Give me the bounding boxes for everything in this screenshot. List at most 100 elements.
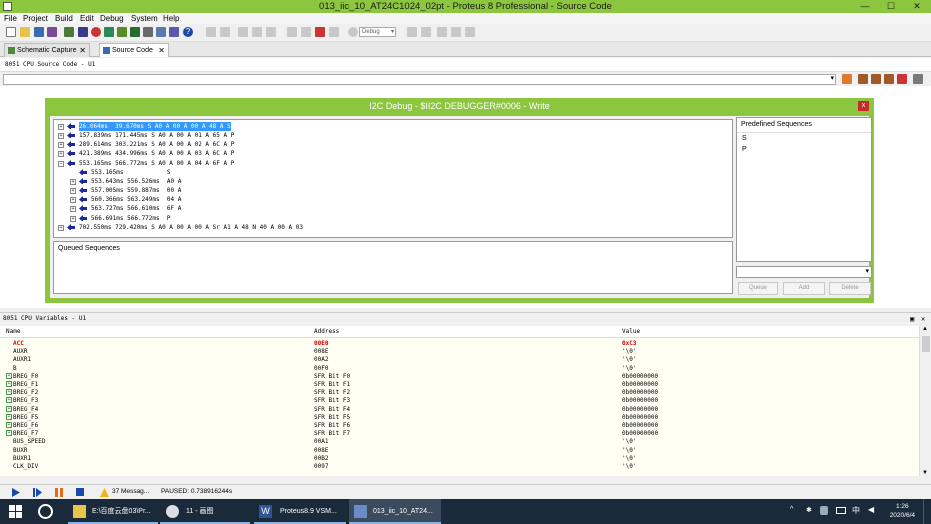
i2c-transaction-row[interactable]: +702.550ms 729.420ms S A0 A 00 A 00 A Sr… bbox=[54, 223, 730, 232]
expand-icon[interactable]: + bbox=[58, 133, 64, 140]
save-icon[interactable] bbox=[34, 27, 44, 37]
paste-icon[interactable] bbox=[252, 27, 262, 37]
close-icon[interactable]: ✕ bbox=[921, 313, 925, 325]
expand-icon[interactable]: + bbox=[70, 197, 76, 204]
menu-debug[interactable]: Debug bbox=[100, 14, 124, 23]
add-button[interactable]: Add bbox=[783, 282, 825, 295]
expand-icon[interactable]: + bbox=[6, 405, 12, 412]
expand-icon[interactable]: + bbox=[70, 206, 76, 213]
expand-icon[interactable]: + bbox=[58, 224, 64, 231]
source-file-select[interactable]: ▾ bbox=[3, 74, 836, 85]
home-icon[interactable] bbox=[64, 27, 74, 37]
expand-icon[interactable]: + bbox=[70, 215, 76, 222]
tab-close-icon[interactable]: ✕ bbox=[79, 44, 86, 57]
paste2-icon[interactable] bbox=[465, 27, 475, 37]
step-into-icon[interactable] bbox=[871, 74, 881, 84]
tab-schematic-capture[interactable]: Schematic Capture ✕ bbox=[4, 43, 90, 57]
predefined-item-p[interactable]: P bbox=[742, 146, 747, 153]
i2c-transaction-row[interactable]: +557.005ms 559.887ms 00 A bbox=[54, 186, 730, 195]
copy-icon[interactable] bbox=[238, 27, 248, 37]
ime-indicator[interactable]: 中 bbox=[852, 505, 860, 516]
replace-icon[interactable] bbox=[301, 27, 311, 37]
expand-icon[interactable]: + bbox=[6, 381, 12, 387]
undo-icon[interactable] bbox=[407, 27, 417, 37]
clear-icon[interactable] bbox=[315, 27, 325, 37]
collapse-icon[interactable]: − bbox=[58, 160, 64, 167]
new-file-icon[interactable] bbox=[6, 27, 16, 37]
gerber-icon[interactable] bbox=[130, 27, 140, 37]
menu-help[interactable]: Help bbox=[163, 14, 179, 23]
i2c-transaction-row[interactable]: +421.389ms 434.996ms S A0 A 00 A 03 A 6C… bbox=[54, 149, 730, 158]
tray-chevron-icon[interactable]: ^ bbox=[790, 506, 793, 513]
variable-row[interactable]: AUXR 008E '\0' bbox=[0, 348, 919, 356]
expand-icon[interactable]: + bbox=[6, 430, 12, 437]
restore-icon[interactable]: ▣ bbox=[910, 313, 914, 325]
find-icon[interactable] bbox=[287, 27, 297, 37]
queued-sequences-panel[interactable]: Queued Sequences bbox=[53, 241, 733, 294]
expand-icon[interactable]: + bbox=[6, 372, 12, 379]
delete-button[interactable]: Delete bbox=[829, 282, 871, 295]
open-folder-icon[interactable] bbox=[20, 27, 30, 37]
show-desktop-button[interactable] bbox=[923, 499, 931, 524]
settings-icon[interactable] bbox=[348, 27, 358, 37]
taskbar-proteus[interactable]: 013_iic_10_AT24... bbox=[349, 499, 441, 524]
step-out-icon[interactable] bbox=[884, 74, 894, 84]
variable-row[interactable]: + BREG_F5 SFR Bit F5 0b00000000 bbox=[0, 413, 919, 422]
expand-icon[interactable]: + bbox=[70, 188, 76, 195]
column-value[interactable]: Value bbox=[622, 328, 640, 335]
variable-row[interactable]: + BREG_F1 SFR Bit F1 0b00000000 bbox=[0, 381, 919, 389]
run-to-icon[interactable] bbox=[842, 74, 852, 84]
expand-icon[interactable]: + bbox=[6, 413, 12, 420]
tab-source-code[interactable]: Source Code ✕ bbox=[99, 43, 169, 57]
variable-row[interactable]: ACC 00E0 0xC3 bbox=[0, 340, 919, 348]
expand-icon[interactable]: + bbox=[58, 151, 64, 158]
redo-icon[interactable] bbox=[421, 27, 431, 37]
step-over-icon[interactable] bbox=[858, 74, 868, 84]
column-name[interactable]: Name bbox=[6, 328, 20, 335]
toggle-breakpoints-icon[interactable] bbox=[913, 74, 923, 84]
variable-row[interactable]: BUXR1 00B2 '\0' bbox=[0, 455, 919, 463]
pcb-icon[interactable] bbox=[104, 27, 114, 37]
expand-icon[interactable]: + bbox=[70, 178, 76, 185]
windows-start-icon[interactable] bbox=[9, 505, 22, 518]
minimize-button[interactable]: — bbox=[852, 0, 878, 13]
menu-project[interactable]: Project bbox=[23, 14, 48, 23]
expand-icon[interactable]: + bbox=[58, 142, 64, 149]
pause-icon[interactable] bbox=[55, 488, 63, 497]
build-config-select[interactable]: Debug ▾ bbox=[359, 27, 396, 37]
search-icon[interactable] bbox=[38, 504, 53, 519]
tab-close-icon[interactable]: ✕ bbox=[158, 44, 165, 57]
notes-icon[interactable] bbox=[169, 27, 179, 37]
3d-icon[interactable] bbox=[117, 27, 127, 37]
i2c-transaction-row[interactable]: +553.643ms 556.526ms A0 A bbox=[54, 177, 730, 186]
expand-icon[interactable]: + bbox=[6, 397, 12, 404]
i2c-transaction-row[interactable]: +26.064ms 39.670ms S A0 A 00 A 00 A 48 A… bbox=[54, 122, 730, 131]
i2c-transaction-row[interactable]: +566.691ms 566.772ms P bbox=[54, 214, 730, 223]
menu-edit[interactable]: Edit bbox=[80, 14, 94, 23]
predefined-item-s[interactable]: S bbox=[742, 135, 747, 142]
variables-scrollbar[interactable]: ▲ ▼ bbox=[919, 326, 931, 476]
variable-row[interactable]: + BREG_F3 SFR Bit F3 0b00000000 bbox=[0, 397, 919, 405]
expand-icon[interactable]: + bbox=[6, 389, 12, 396]
variable-row[interactable]: B 00F0 '\0' bbox=[0, 365, 919, 373]
i2c-transaction-row[interactable]: +289.614ms 303.221ms S A0 A 00 A 02 A 6C… bbox=[54, 140, 730, 149]
i2c-transaction-row[interactable]: +563.727ms 566.610ms 6F A bbox=[54, 204, 730, 213]
variable-row[interactable]: CLK_DIV 0097 '\0' bbox=[0, 463, 919, 471]
save-all-icon[interactable] bbox=[47, 27, 57, 37]
stop-simulation-icon[interactable] bbox=[76, 488, 84, 496]
close-button[interactable]: ✕ bbox=[904, 0, 930, 13]
volume-icon[interactable]: ◀ bbox=[868, 505, 874, 514]
taskbar-word[interactable]: W Proteus8.9 VSM... bbox=[254, 499, 346, 524]
variable-row[interactable]: BUS_SPEED 00A1 '\0' bbox=[0, 438, 919, 446]
cut2-icon[interactable] bbox=[437, 27, 447, 37]
expand-icon[interactable]: + bbox=[6, 422, 12, 428]
network-icon[interactable] bbox=[836, 507, 846, 514]
bom-icon[interactable] bbox=[156, 27, 166, 37]
shield-icon[interactable] bbox=[820, 506, 828, 515]
print-icon[interactable] bbox=[266, 27, 276, 37]
variable-row[interactable]: + BREG_F2 SFR Bit F2 0b00000000 bbox=[0, 389, 919, 397]
design-explorer-icon[interactable] bbox=[143, 27, 153, 37]
menu-file[interactable]: File bbox=[4, 14, 17, 23]
i2c-transaction-row[interactable]: +157.839ms 171.445ms S A0 A 00 A 01 A 65… bbox=[54, 131, 730, 140]
scroll-thumb[interactable] bbox=[922, 336, 930, 352]
